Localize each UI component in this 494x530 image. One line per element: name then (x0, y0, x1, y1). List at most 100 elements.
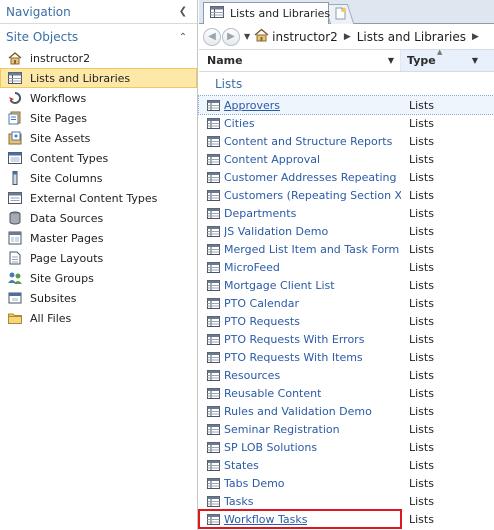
table-row[interactable]: PTO Calendar Lists (199, 294, 494, 312)
nav-item-master-pages[interactable]: Master Pages (0, 228, 197, 248)
table-row[interactable]: States Lists (199, 456, 494, 474)
list-name-link[interactable]: Resources (224, 369, 280, 382)
list-name-link[interactable]: Customers (Repeating Section X... (224, 189, 401, 202)
table-row[interactable]: Resources Lists (199, 366, 494, 384)
collapse-pane-icon[interactable]: ❮ (177, 6, 189, 18)
name-cell[interactable]: Customer Addresses Repeating ... (199, 171, 401, 184)
list-name-link[interactable]: Content and Structure Reports (224, 135, 392, 148)
name-cell[interactable]: Reusable Content (199, 387, 401, 400)
nav-item-subsites[interactable]: Subsites (0, 288, 197, 308)
breadcrumb-page[interactable]: Lists and Libraries (357, 30, 466, 44)
table-row[interactable]: Merged List Item and Task Form ... Lists (199, 240, 494, 258)
name-cell[interactable]: Seminar Registration (199, 423, 401, 436)
table-row[interactable]: Approvers Lists (198, 95, 494, 115)
name-cell[interactable]: PTO Requests (199, 315, 401, 328)
nav-item-data-sources[interactable]: Data Sources (0, 208, 197, 228)
table-row[interactable]: Customer Addresses Repeating ... Lists (199, 168, 494, 186)
name-cell[interactable]: SP LOB Solutions (199, 441, 401, 454)
list-name-link[interactable]: Seminar Registration (224, 423, 340, 436)
name-cell[interactable]: Departments (199, 207, 401, 220)
table-row[interactable]: PTO Requests With Errors Lists (199, 330, 494, 348)
name-cell[interactable]: Customers (Repeating Section X... (199, 189, 401, 202)
name-cell[interactable]: Mortgage Client List (199, 279, 401, 292)
name-cell[interactable]: Tasks (199, 495, 401, 508)
nav-item-site-pages[interactable]: Site Pages (0, 108, 197, 128)
list-name-link[interactable]: PTO Calendar (224, 297, 299, 310)
name-cell[interactable]: PTO Requests With Items (199, 351, 401, 364)
table-row[interactable]: Seminar Registration Lists (199, 420, 494, 438)
name-cell[interactable]: Cities (199, 117, 401, 130)
name-cell[interactable]: PTO Calendar (199, 297, 401, 310)
list-name-link[interactable]: Content Approval (224, 153, 320, 166)
table-row[interactable]: Mortgage Client List Lists (199, 276, 494, 294)
name-cell[interactable]: Content and Structure Reports (199, 135, 401, 148)
list-name-link[interactable]: MicroFeed (224, 261, 280, 274)
name-cell[interactable]: Approvers (199, 99, 401, 112)
table-row[interactable]: Content and Structure Reports Lists (199, 132, 494, 150)
list-name-link[interactable]: Customer Addresses Repeating ... (224, 171, 401, 184)
nav-item-site-assets[interactable]: Site Assets (0, 128, 197, 148)
table-row[interactable]: PTO Requests Lists (199, 312, 494, 330)
nav-item-lists-and-libraries[interactable]: Lists and Libraries (0, 68, 197, 88)
name-cell[interactable]: MicroFeed (199, 261, 401, 274)
list-name-link[interactable]: Tabs Demo (224, 477, 285, 490)
nav-item-content-types[interactable]: Content Types (0, 148, 197, 168)
breadcrumb-separator-icon[interactable]: ▶ (472, 32, 479, 42)
list-name-link[interactable]: Departments (224, 207, 296, 220)
name-cell[interactable]: States (199, 459, 401, 472)
list-name-link[interactable]: Rules and Validation Demo (224, 405, 372, 418)
nav-item-instructor2[interactable]: instructor2 (0, 48, 197, 68)
chevron-up-icon[interactable]: ⌃ (177, 31, 189, 43)
table-row[interactable]: MicroFeed Lists (199, 258, 494, 276)
name-cell[interactable]: Merged List Item and Task Form ... (199, 243, 401, 256)
table-row[interactable]: Tabs Demo Lists (199, 474, 494, 492)
nav-item-all-files[interactable]: All Files (0, 308, 197, 328)
name-cell[interactable]: Content Approval (199, 153, 401, 166)
list-name-link[interactable]: Tasks (224, 495, 253, 508)
name-cell[interactable]: Workflow Tasks (198, 509, 402, 529)
list-name-link[interactable]: Workflow Tasks (224, 513, 307, 526)
list-name-link[interactable]: JS Validation Demo (224, 225, 328, 238)
table-row[interactable]: PTO Requests With Items Lists (199, 348, 494, 366)
name-cell[interactable]: Tabs Demo (199, 477, 401, 490)
table-row[interactable]: Customers (Repeating Section X... Lists (199, 186, 494, 204)
table-row[interactable]: Tasks Lists (199, 492, 494, 510)
column-name-header[interactable]: Name ▼ (199, 50, 401, 71)
table-row[interactable]: Departments Lists (199, 204, 494, 222)
list-name-link[interactable]: PTO Requests With Items (224, 351, 363, 364)
table-row[interactable]: Content Approval Lists (199, 150, 494, 168)
tab-lists-and-libraries[interactable]: Lists and Libraries (203, 2, 330, 24)
list-name-link[interactable]: SP LOB Solutions (224, 441, 317, 454)
breadcrumb-site[interactable]: instructor2 (272, 30, 338, 44)
list-name-link[interactable]: Merged List Item and Task Form ... (224, 243, 401, 256)
list-name-link[interactable]: States (224, 459, 259, 472)
column-type-header[interactable]: ▲ Type ▼ (401, 48, 494, 71)
nav-item-page-layouts[interactable]: Page Layouts (0, 248, 197, 268)
list-name-link[interactable]: PTO Requests With Errors (224, 333, 364, 346)
name-cell[interactable]: JS Validation Demo (199, 225, 401, 238)
list-name-link[interactable]: Cities (224, 117, 255, 130)
table-row[interactable]: JS Validation Demo Lists (199, 222, 494, 240)
name-cell[interactable]: Resources (199, 369, 401, 382)
list-name-link[interactable]: PTO Requests (224, 315, 300, 328)
table-row[interactable]: SP LOB Solutions Lists (199, 438, 494, 456)
table-row[interactable]: Reusable Content Lists (199, 384, 494, 402)
list-name-link[interactable]: Reusable Content (224, 387, 321, 400)
list-name-link[interactable]: Mortgage Client List (224, 279, 335, 292)
filter-dropdown-icon[interactable]: ▼ (472, 56, 478, 65)
name-cell[interactable]: PTO Requests With Errors (199, 333, 401, 346)
table-row[interactable]: Workflow Tasks Lists (198, 509, 494, 529)
table-row[interactable]: Rules and Validation Demo Lists (199, 402, 494, 420)
table-row[interactable]: Cities Lists (199, 114, 494, 132)
filter-dropdown-icon[interactable]: ▼ (388, 56, 394, 65)
breadcrumb-separator-icon[interactable]: ▶ (344, 32, 351, 42)
history-dropdown-icon[interactable]: ▼ (244, 32, 250, 41)
nav-item-external-content-types[interactable]: External Content Types (0, 188, 197, 208)
nav-item-site-groups[interactable]: Site Groups (0, 268, 197, 288)
nav-item-site-columns[interactable]: Site Columns (0, 168, 197, 188)
back-button[interactable]: ◀ (203, 27, 221, 46)
name-cell[interactable]: Rules and Validation Demo (199, 405, 401, 418)
list-name-link[interactable]: Approvers (224, 99, 280, 112)
forward-button[interactable]: ▶ (222, 27, 240, 46)
nav-item-workflows[interactable]: Workflows (0, 88, 197, 108)
